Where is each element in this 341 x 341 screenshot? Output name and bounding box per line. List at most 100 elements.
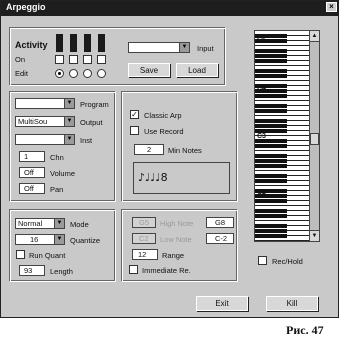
length-label: Length: [50, 267, 73, 276]
piano-black-key[interactable]: [255, 154, 287, 158]
use-record-label: Use Record: [144, 127, 184, 136]
piano-black-key[interactable]: [255, 144, 287, 148]
run-quant-checkbox[interactable]: [16, 250, 25, 259]
quantize-select[interactable]: 16 ▼: [15, 234, 65, 245]
input-select[interactable]: ▼: [128, 42, 190, 53]
scroll-up-icon[interactable]: ▲: [310, 31, 319, 42]
low-note-left-field[interactable]: C2: [132, 233, 156, 244]
dropdown-arrow-icon[interactable]: ▼: [64, 135, 74, 144]
dropdown-arrow-icon[interactable]: ▼: [64, 99, 74, 108]
use-record-checkbox[interactable]: [130, 126, 139, 135]
edit-radio-3[interactable]: [83, 69, 92, 78]
pan-label: Pan: [50, 185, 64, 194]
high-note-label: High Note: [160, 219, 194, 228]
volume-field[interactable]: Off: [19, 167, 45, 178]
rec-hold-checkbox[interactable]: [258, 256, 267, 265]
high-note-value: G8: [215, 218, 226, 227]
high-note-left-field[interactable]: G5: [132, 217, 156, 228]
piano-black-key[interactable]: [255, 224, 287, 228]
load-button[interactable]: Load: [176, 63, 218, 77]
length-value: 93: [24, 266, 33, 275]
piano-black-key[interactable]: [255, 94, 287, 98]
title-bar: [1, 1, 338, 16]
min-notes-field[interactable]: 2: [134, 144, 164, 155]
quantize-label: Quantize: [70, 236, 101, 245]
dropdown-arrow-icon[interactable]: ▼: [54, 235, 64, 244]
piano-black-key[interactable]: [255, 159, 287, 163]
dropdown-arrow-icon[interactable]: ▼: [54, 219, 64, 228]
piano-black-key[interactable]: [255, 54, 287, 58]
output-select[interactable]: MultiSou ▼: [15, 116, 75, 127]
low-note-field[interactable]: C-2: [206, 233, 234, 244]
piano-black-key[interactable]: [255, 119, 287, 123]
output-select-value: MultiSou: [18, 117, 48, 126]
on-checkbox-1[interactable]: [55, 55, 64, 64]
arp-pattern-notes: ♪♩♩♩8: [138, 171, 168, 184]
input-label: Input: [197, 44, 214, 53]
chn-label: Chn: [50, 153, 64, 162]
piano-black-key[interactable]: [255, 104, 287, 108]
activity-label: Activity: [15, 40, 48, 50]
activity-meter-1: [56, 34, 63, 52]
piano-black-key[interactable]: [255, 109, 287, 113]
classic-arp-checkbox[interactable]: ✓: [130, 110, 139, 119]
piano-black-key[interactable]: [255, 199, 287, 203]
save-button[interactable]: Save: [128, 63, 170, 77]
mode-select-value: Normal: [18, 219, 43, 228]
edit-radio-4[interactable]: [97, 69, 106, 78]
scroll-down-icon[interactable]: ▼: [310, 230, 319, 241]
activity-meter-3: [84, 34, 91, 52]
piano-black-key[interactable]: [255, 209, 287, 213]
on-checkbox-2[interactable]: [69, 55, 78, 64]
octave-label: C2: [257, 189, 266, 196]
piano-black-key[interactable]: [255, 174, 287, 178]
high-note-field[interactable]: G8: [206, 217, 234, 228]
dropdown-arrow-icon[interactable]: ▼: [179, 43, 189, 52]
chn-field[interactable]: 1: [19, 151, 45, 162]
on-checkbox-3[interactable]: [83, 55, 92, 64]
low-note-value: C-2: [215, 234, 228, 243]
figure-caption: Рис. 47: [286, 323, 324, 337]
exit-button[interactable]: Exit: [196, 296, 248, 311]
piano-keys[interactable]: C5 C4 C3 C2: [255, 31, 309, 241]
volume-label: Volume: [50, 169, 76, 178]
pan-field[interactable]: Off: [19, 183, 45, 194]
dropdown-arrow-icon[interactable]: ▼: [64, 117, 74, 126]
keyboard-scrollbar[interactable]: ▲ ▼: [309, 31, 319, 241]
edit-radio-1[interactable]: [55, 69, 64, 78]
length-field[interactable]: 93: [19, 265, 45, 276]
piano-black-key[interactable]: [255, 59, 287, 63]
piano-black-key[interactable]: [255, 179, 287, 183]
octave-label: C5: [257, 37, 266, 44]
range-field[interactable]: 12: [132, 249, 158, 260]
piano-black-key[interactable]: [255, 164, 287, 168]
immediate-label: Immediate Re.: [142, 266, 191, 275]
piano-keyboard[interactable]: C5 C4 C3 C2 ▲ ▼: [254, 30, 320, 242]
piano-black-key[interactable]: [255, 214, 287, 218]
rec-hold-label: Rec/Hold: [272, 257, 303, 266]
immediate-checkbox[interactable]: [129, 265, 138, 274]
piano-black-key[interactable]: [255, 229, 287, 233]
piano-black-key[interactable]: [255, 124, 287, 128]
program-select[interactable]: ▼: [15, 98, 75, 109]
arp-pattern-display[interactable]: ♪♩♩♩8: [133, 162, 230, 194]
piano-black-key[interactable]: [255, 69, 287, 73]
run-quant-label: Run Quant: [29, 251, 66, 260]
kill-button[interactable]: Kill: [266, 296, 318, 311]
mode-label: Mode: [70, 220, 89, 229]
chn-value: 1: [24, 152, 29, 161]
low-note-left-value: C2: [139, 234, 149, 243]
mode-select[interactable]: Normal ▼: [15, 218, 65, 229]
piano-black-key[interactable]: [255, 234, 287, 238]
inst-select[interactable]: ▼: [15, 134, 75, 145]
edit-radio-2[interactable]: [69, 69, 78, 78]
piano-black-key[interactable]: [255, 49, 287, 53]
octave-label: C4: [257, 85, 266, 92]
scroll-thumb[interactable]: [310, 133, 319, 145]
low-note-label: Low Note: [160, 235, 192, 244]
range-label: Range: [162, 251, 185, 260]
on-checkbox-4[interactable]: [97, 55, 106, 64]
close-button[interactable]: ×: [326, 2, 337, 12]
piano-black-key[interactable]: [255, 74, 287, 78]
edit-label: Edit: [15, 69, 28, 78]
